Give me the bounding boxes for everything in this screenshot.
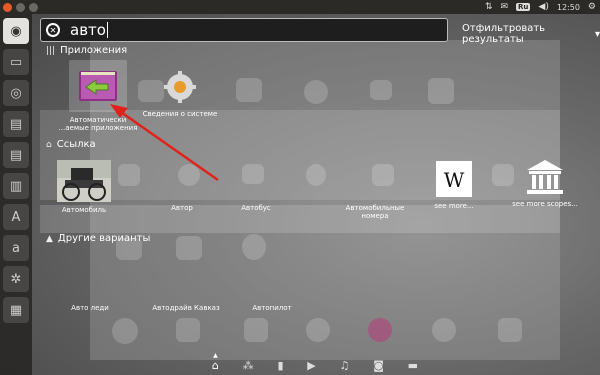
files-icon[interactable]: ▤ (3, 111, 29, 137)
tile-label: Автодрайв Кавказ (152, 304, 220, 312)
system-info-icon (158, 68, 202, 106)
other-tile-auto-lady[interactable]: Авто леди (50, 304, 130, 312)
mail-icon[interactable]: ✉ (501, 2, 509, 12)
tile-label: Автобус (241, 204, 271, 212)
building-scope-icon (523, 158, 567, 196)
disk-icon[interactable]: ◎ (3, 80, 29, 106)
ghost-icon (178, 164, 200, 186)
files-lens-icon[interactable]: ▮ (277, 359, 283, 372)
amazon-icon[interactable]: a (3, 235, 29, 261)
more-icon[interactable]: ▦ (3, 297, 29, 323)
tile-label: Сведения о системе (142, 110, 218, 118)
section-title: Ссылка (56, 139, 96, 150)
filter-results-label: Отфильтровать результаты (462, 23, 546, 45)
maximize-window-button[interactable] (29, 2, 38, 12)
building-icon: ⌂ (46, 139, 52, 150)
section-title: Другие варианты (57, 233, 151, 244)
section-header-other[interactable]: ▲ Другие варианты (46, 233, 150, 244)
ghost-icon (242, 164, 264, 184)
app-tile-system-info[interactable]: Сведения о системе (140, 68, 220, 118)
indicator-area: ⇅ ✉ Ru ◀) 12:50 ⚙ (485, 0, 596, 14)
search-query[interactable]: авто (70, 21, 106, 39)
minimize-window-button[interactable] (16, 2, 25, 12)
close-window-button[interactable] (3, 2, 12, 12)
link-tile-car[interactable]: Автомобиль (44, 160, 124, 214)
network-icon[interactable]: ⇅ (485, 2, 493, 12)
link-tile-see-more-scopes[interactable]: see more scopes... (505, 158, 585, 208)
terminal-icon[interactable]: ▭ (3, 49, 29, 75)
ghost-icon (306, 164, 326, 186)
ghost-icon (244, 318, 268, 342)
section-title: Приложения (60, 45, 128, 56)
music-lens-icon[interactable]: ♫ (340, 359, 350, 372)
ghost-icon (242, 234, 266, 260)
tile-label: Авто леди (71, 304, 109, 312)
text-icon[interactable]: A (3, 204, 29, 230)
ghost-icon (372, 164, 394, 186)
ghost-icon (112, 318, 138, 344)
launcher: ◉ ▭ ◎ ▤ ▤ ▥ A a ✲ ▦ (0, 14, 32, 375)
ghost-icon (368, 318, 392, 342)
other-variants-icon: ▲ (46, 233, 53, 244)
top-panel: ⇅ ✉ Ru ◀) 12:50 ⚙ (0, 0, 600, 14)
ghost-icon (428, 78, 454, 104)
filter-results-button[interactable]: Отфильтровать результаты ▾ (462, 23, 600, 45)
tile-label: Автомобиль (61, 206, 107, 214)
volume-icon[interactable]: ◀) (538, 2, 548, 12)
video-lens-icon[interactable]: ▶ (307, 359, 315, 372)
link-tile-bus[interactable]: Автобус (216, 204, 296, 212)
tile-label: Автор (171, 204, 193, 212)
files-icon[interactable]: ▥ (3, 173, 29, 199)
other-tile-autodrive-caucasus[interactable]: Автодрайв Кавказ (136, 304, 236, 312)
svg-text:W: W (444, 168, 465, 192)
tile-label: Автоматически ...аемые приложения (58, 116, 138, 133)
clock[interactable]: 12:50 (557, 3, 580, 12)
tile-label: see more... (434, 202, 474, 210)
gear-icon[interactable]: ⚙ (588, 2, 596, 12)
app-tile-autostart[interactable]: Автоматически ...аемые приложения (58, 60, 138, 132)
wikipedia-icon: W (432, 160, 476, 198)
ghost-icon (370, 80, 392, 100)
ghost-icon (176, 318, 200, 342)
search-input[interactable]: ✕ авто (40, 18, 448, 42)
tile-label: see more scopes... (512, 200, 578, 208)
keyboard-layout-indicator[interactable]: Ru (516, 3, 531, 11)
ghost-icon (304, 80, 328, 104)
tile-label: Автопилот (252, 304, 292, 312)
active-indicator-icon: ▲ (213, 351, 218, 359)
photo-lens-icon[interactable]: ◙ (373, 359, 384, 372)
clear-search-icon[interactable]: ✕ (46, 23, 60, 37)
ghost-icon (176, 236, 202, 260)
home-lens-icon[interactable]: ▲ ⌂ (212, 352, 219, 372)
ghost-icon (306, 318, 330, 342)
chevron-down-icon: ▾ (594, 28, 600, 40)
section-header-link[interactable]: ⌂ Ссылка (46, 139, 96, 150)
files-icon[interactable]: ▤ (3, 142, 29, 168)
ghost-icon (498, 318, 522, 342)
link-tile-author[interactable]: Автор (142, 204, 222, 212)
applications-icon: ||| (46, 45, 56, 56)
section-header-applications[interactable]: ||| Приложения (46, 45, 127, 56)
lens-bar: ▲ ⌂ ⁂ ▮ ▶ ♫ ◙ ▬ (200, 352, 430, 375)
ghost-icon (432, 318, 456, 342)
other-tile-autopilot[interactable]: Автопилот (232, 304, 312, 312)
social-lens-icon[interactable]: ▬ (408, 359, 418, 372)
tile-label: Автомобильные номера (345, 204, 405, 221)
car-photo-icon (57, 160, 111, 202)
ghost-icon (236, 78, 262, 102)
settings-icon[interactable]: ✲ (3, 266, 29, 292)
dash-home-icon[interactable]: ◉ (3, 18, 29, 44)
text-caret (106, 22, 108, 38)
link-tile-see-more[interactable]: W see more... (414, 160, 494, 210)
link-tile-license-plates[interactable]: Автомобильные номера (330, 204, 420, 220)
applications-lens-icon[interactable]: ⁂ (243, 359, 254, 372)
autostart-apps-icon (69, 60, 127, 112)
